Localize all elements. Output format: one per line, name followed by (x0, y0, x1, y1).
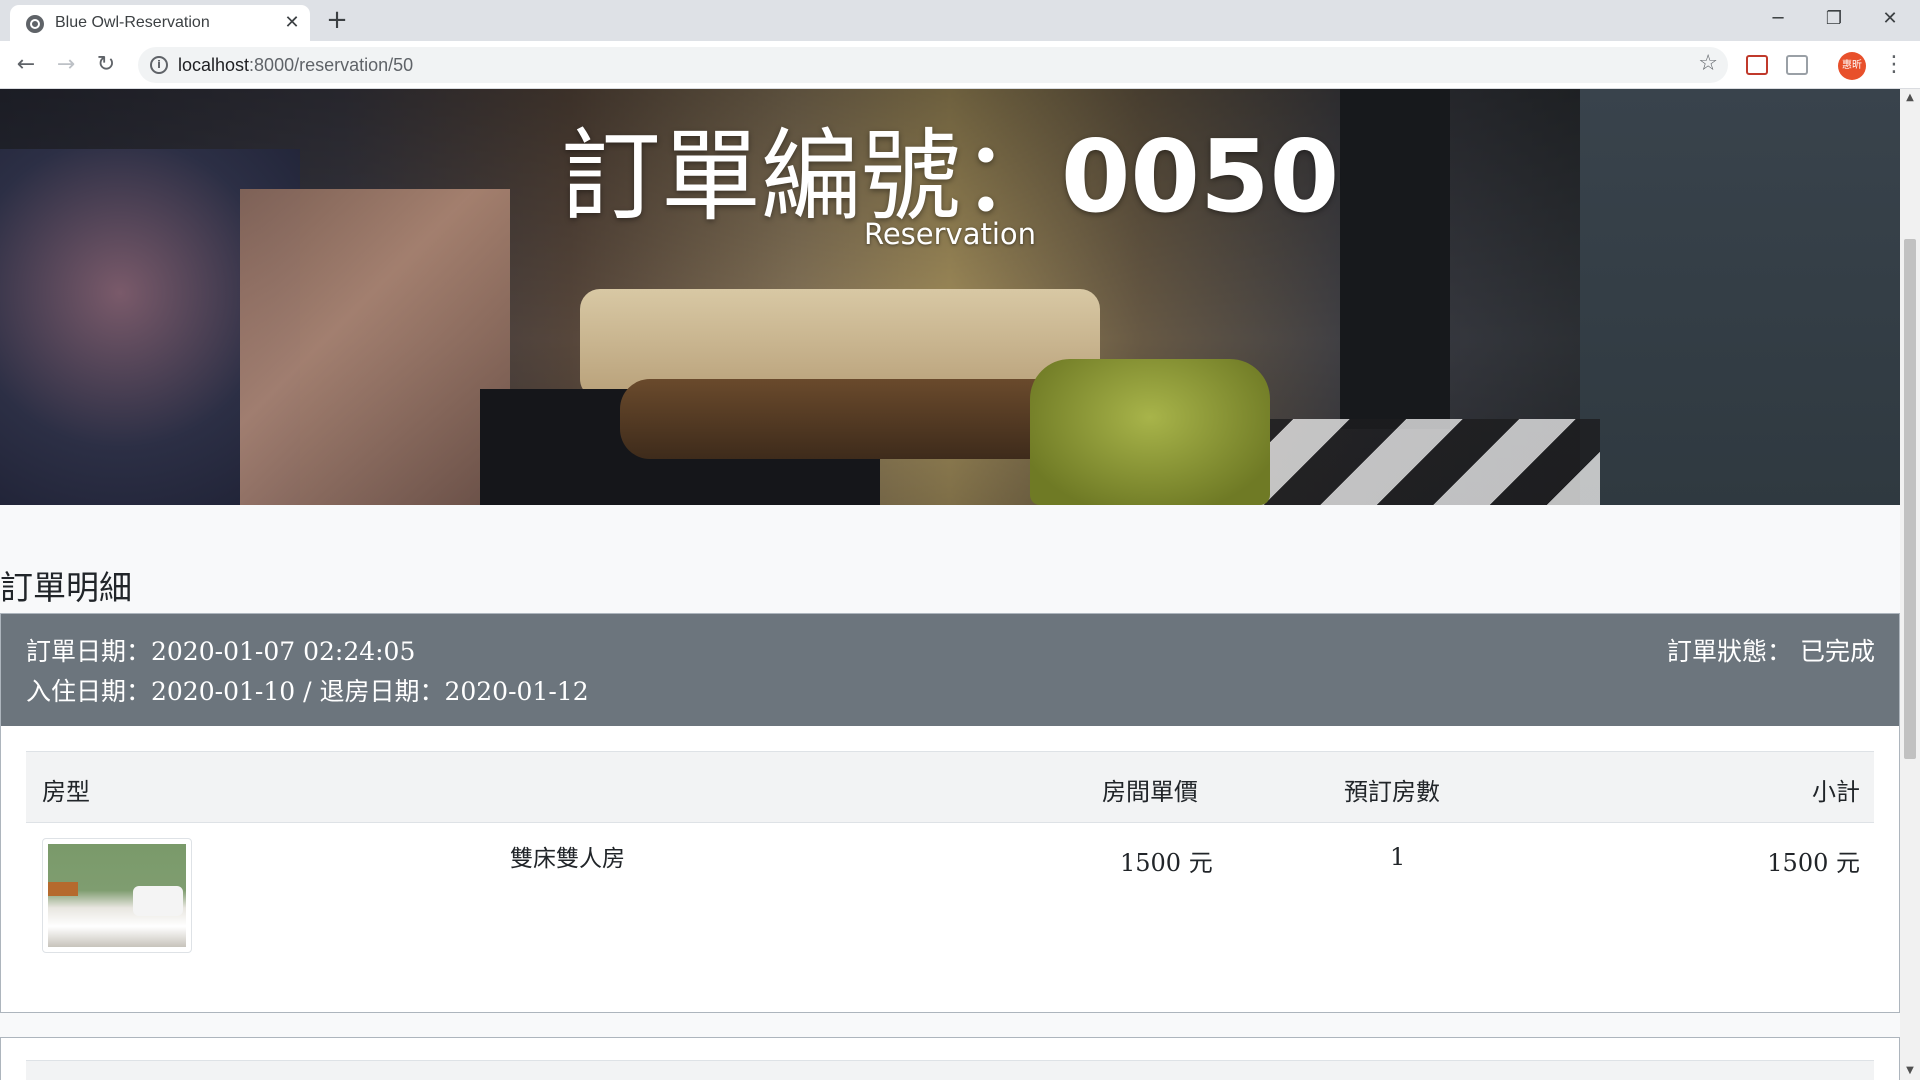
minimize-button[interactable]: ─ (1748, 0, 1808, 38)
url-text[interactable]: localhost:8000/reservation/50 (178, 55, 413, 76)
hero-photo-table (620, 379, 1080, 459)
url-path: :8000/reservation/50 (249, 55, 414, 75)
room-thumbnail[interactable] (42, 838, 192, 953)
page-scrollbar[interactable]: ▲ ▼ (1900, 89, 1920, 1080)
table-header: 房型 房間單價 預訂房數 小計 (26, 751, 1874, 823)
reload-icon[interactable]: ↻ (90, 49, 122, 81)
tab-title: Blue Owl-Reservation (55, 14, 210, 31)
profile-avatar[interactable]: 惠昕 (1838, 52, 1866, 80)
globe-icon (26, 15, 44, 33)
ticket-extension-icon[interactable] (1786, 55, 1808, 75)
scroll-up-icon[interactable]: ▲ (1900, 89, 1920, 107)
new-tab-button[interactable]: + (322, 5, 352, 35)
address-bar[interactable]: i localhost:8000/reservation/50 ☆ (138, 47, 1728, 83)
stay-dates: 入住日期：2020-01-10 / 退房日期：2020-01-12 (26, 677, 589, 706)
unit-price: 1500 元 (1120, 849, 1213, 877)
scroll-down-icon[interactable]: ▼ (1900, 1062, 1920, 1080)
order-card: 訂單日期：2020-01-07 02:24:05 入住日期：2020-01-10… (0, 613, 1900, 1013)
close-tab-icon[interactable]: ✕ (280, 11, 304, 35)
restore-button[interactable]: ❐ (1804, 0, 1864, 38)
section-title: 訂單明細 (0, 568, 132, 607)
back-arrow-icon[interactable]: ← (10, 49, 42, 81)
page-viewport: 訂單編號：0050 Reservation 訂單明細 訂單日期：2020-01-… (0, 89, 1900, 1080)
header-rooms: 預訂房數 (1344, 778, 1440, 806)
header-subtotal: 小計 (1812, 778, 1860, 806)
order-items-table: 房型 房間單價 預訂房數 小計 雙床雙人房 1500 元 1 1500 元 (26, 751, 1874, 963)
forward-arrow-icon[interactable]: → (50, 49, 82, 81)
order-date: 訂單日期：2020-01-07 02:24:05 (26, 637, 416, 666)
subtotal: 1500 元 (1767, 849, 1860, 877)
order-status: 訂單狀態： 已完成 (1667, 637, 1875, 666)
room-name: 雙床雙人房 (510, 846, 625, 872)
hero-photo-chair (1030, 359, 1270, 505)
browser-toolbar: ← → ↻ i localhost:8000/reservation/50 ☆ … (0, 41, 1920, 89)
browser-tab-strip: Blue Owl-Reservation ✕ + ─ ❐ ✕ (0, 0, 1920, 41)
header-room-type: 房型 (42, 778, 90, 806)
bookmark-star-icon[interactable]: ☆ (1698, 51, 1718, 76)
close-window-button[interactable]: ✕ (1860, 0, 1920, 38)
browser-tab[interactable]: Blue Owl-Reservation ✕ (10, 5, 310, 41)
url-host: localhost (178, 55, 250, 75)
next-table-header (26, 1060, 1874, 1080)
page-subtitle: Reservation (863, 217, 1037, 251)
scroll-thumb[interactable] (1904, 239, 1916, 759)
info-icon[interactable]: i (150, 56, 168, 74)
hero-banner: 訂單編號：0050 Reservation (0, 89, 1900, 505)
pocket-extension-icon[interactable] (1746, 55, 1768, 75)
order-card-header: 訂單日期：2020-01-07 02:24:05 入住日期：2020-01-10… (1, 614, 1899, 726)
kebab-menu-icon[interactable]: ⋮ (1880, 49, 1908, 81)
table-row: 雙床雙人房 1500 元 1 1500 元 (26, 823, 1874, 963)
room-count: 1 (1390, 843, 1406, 871)
next-order-card (0, 1037, 1900, 1080)
header-unit-price: 房間單價 (1102, 778, 1198, 806)
room-photo-image (48, 844, 186, 947)
